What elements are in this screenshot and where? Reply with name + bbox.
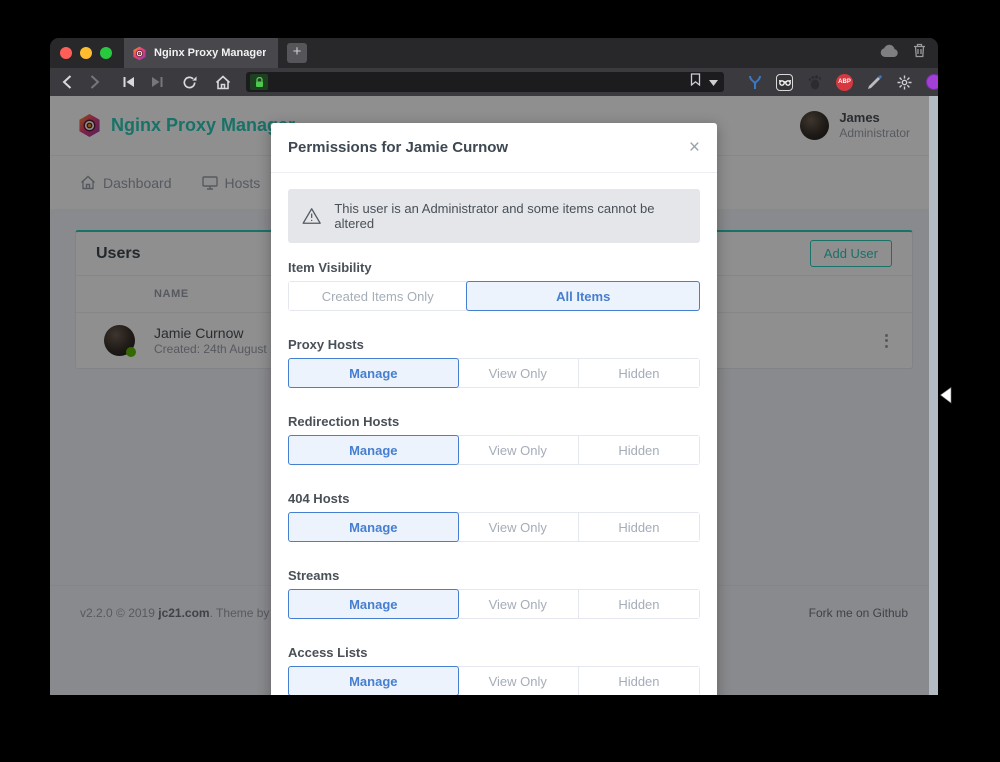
- item-visibility-options: Created Items Only All Items: [288, 281, 700, 311]
- option-created-items-only[interactable]: Created Items Only: [289, 282, 467, 310]
- permissions-modal: Permissions for Jamie Curnow × This user…: [271, 123, 717, 695]
- proxy-hosts-options: Manage View Only Hidden: [288, 358, 700, 388]
- option-hidden[interactable]: Hidden: [579, 590, 699, 618]
- option-view-only[interactable]: View Only: [458, 667, 579, 695]
- section-label: 404 Hosts: [288, 491, 700, 506]
- trash-icon[interactable]: [913, 43, 926, 63]
- 404-hosts-options: Manage View Only Hidden: [288, 512, 700, 542]
- section-redirection-hosts: Redirection Hosts Manage View Only Hidde…: [288, 414, 700, 465]
- tab-title: Nginx Proxy Manager: [154, 47, 266, 59]
- extension-icons: ABP: [746, 74, 938, 91]
- admin-alert: This user is an Administrator and some i…: [288, 189, 700, 243]
- access-lists-options: Manage View Only Hidden: [288, 666, 700, 695]
- section-access-lists: Access Lists Manage View Only Hidden: [288, 645, 700, 695]
- option-manage[interactable]: Manage: [288, 358, 459, 388]
- page-scrollbar[interactable]: [929, 96, 938, 695]
- section-streams: Streams Manage View Only Hidden: [288, 568, 700, 619]
- option-hidden[interactable]: Hidden: [579, 667, 699, 695]
- option-view-only[interactable]: View Only: [458, 590, 579, 618]
- admin-alert-text: This user is an Administrator and some i…: [334, 201, 686, 231]
- option-hidden[interactable]: Hidden: [579, 436, 699, 464]
- option-view-only[interactable]: View Only: [458, 436, 579, 464]
- option-view-only[interactable]: View Only: [458, 359, 579, 387]
- section-label: Proxy Hosts: [288, 337, 700, 352]
- section-proxy-hosts: Proxy Hosts Manage View Only Hidden: [288, 337, 700, 388]
- screenshot-canvas: Nginx Proxy Manager +: [0, 0, 1000, 762]
- browser-tab-bar: Nginx Proxy Manager +: [50, 38, 938, 68]
- zoom-window-button[interactable]: [100, 47, 112, 59]
- adblock-plus-icon[interactable]: ABP: [836, 74, 853, 91]
- option-manage[interactable]: Manage: [288, 666, 459, 695]
- section-label: Access Lists: [288, 645, 700, 660]
- url-bar[interactable]: [246, 72, 724, 92]
- section-404-hosts: 404 Hosts Manage View Only Hidden: [288, 491, 700, 542]
- option-all-items[interactable]: All Items: [466, 281, 700, 311]
- option-manage[interactable]: Manage: [288, 589, 459, 619]
- minimize-window-button[interactable]: [80, 47, 92, 59]
- option-manage[interactable]: Manage: [288, 512, 459, 542]
- section-item-visibility: Item Visibility Created Items Only All I…: [288, 260, 700, 311]
- section-label: Item Visibility: [288, 260, 700, 275]
- warning-triangle-icon: [302, 207, 321, 225]
- https-lock-icon[interactable]: [250, 74, 268, 90]
- gear-icon[interactable]: [896, 74, 913, 91]
- back-button[interactable]: [58, 73, 76, 91]
- skip-to-end-icon[interactable]: [148, 73, 166, 91]
- dropper-pen-icon[interactable]: [866, 74, 883, 91]
- bookmark-icon[interactable]: [690, 73, 701, 91]
- bookmark-caret-icon[interactable]: [709, 73, 718, 91]
- reload-button[interactable]: [180, 73, 198, 91]
- section-label: Redirection Hosts: [288, 414, 700, 429]
- window-controls: [50, 38, 124, 68]
- option-hidden[interactable]: Hidden: [579, 513, 699, 541]
- mouse-cursor: [940, 387, 952, 409]
- goggles-extension-icon[interactable]: [776, 74, 793, 91]
- cloud-icon[interactable]: [880, 44, 899, 62]
- option-manage[interactable]: Manage: [288, 435, 459, 465]
- page-content: Nginx Proxy Manager James Administrator …: [50, 96, 938, 695]
- purple-extension-icon[interactable]: [926, 74, 938, 90]
- modal-close-button[interactable]: ×: [689, 138, 700, 157]
- browser-tab[interactable]: Nginx Proxy Manager: [124, 38, 278, 68]
- option-hidden[interactable]: Hidden: [579, 359, 699, 387]
- proxy-switcher-icon[interactable]: [746, 74, 763, 91]
- new-tab-button[interactable]: +: [287, 43, 307, 63]
- npm-favicon: [132, 46, 147, 61]
- skip-to-start-icon[interactable]: [120, 73, 138, 91]
- modal-title: Permissions for Jamie Curnow: [288, 139, 508, 156]
- close-window-button[interactable]: [60, 47, 72, 59]
- streams-options: Manage View Only Hidden: [288, 589, 700, 619]
- home-button[interactable]: [214, 73, 232, 91]
- gnome-foot-icon[interactable]: [806, 74, 823, 91]
- browser-toolbar: ABP: [50, 68, 938, 96]
- option-view-only[interactable]: View Only: [458, 513, 579, 541]
- section-label: Streams: [288, 568, 700, 583]
- forward-button[interactable]: [86, 73, 104, 91]
- browser-window: Nginx Proxy Manager +: [50, 38, 938, 695]
- redirection-hosts-options: Manage View Only Hidden: [288, 435, 700, 465]
